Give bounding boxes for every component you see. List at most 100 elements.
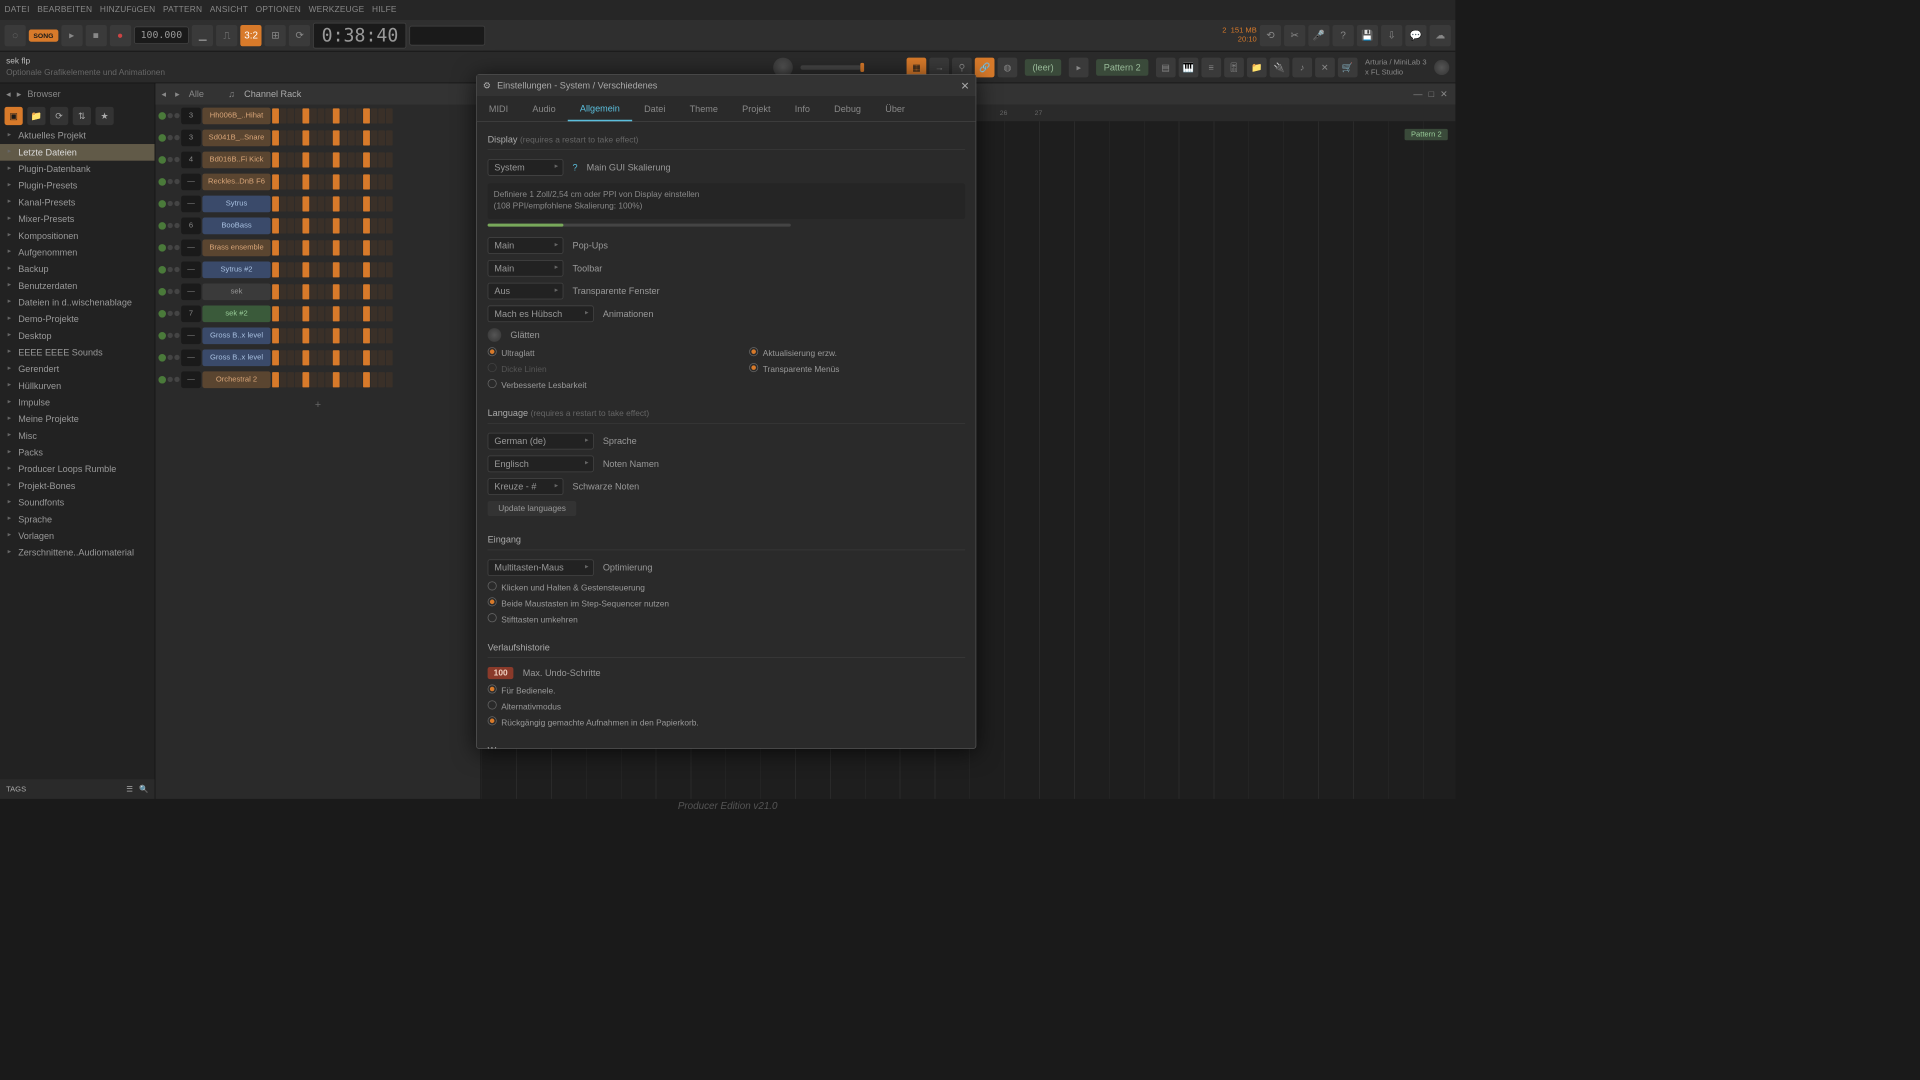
browser-item[interactable]: Producer Loops Rumble <box>0 461 155 478</box>
browser-item[interactable]: Desktop <box>0 327 155 344</box>
channel-mute[interactable] <box>168 201 173 206</box>
stop-button[interactable]: ■ <box>85 25 106 46</box>
browser-refresh-icon[interactable]: ⟳ <box>50 107 68 125</box>
step-cell[interactable] <box>333 284 340 299</box>
channel-name-button[interactable]: Sytrus <box>202 195 270 212</box>
bedien-radio[interactable]: Für Bedienele. <box>487 682 965 698</box>
step-cell[interactable] <box>348 152 355 167</box>
step-cell[interactable] <box>272 350 279 365</box>
step-cell[interactable] <box>363 152 370 167</box>
step-sequence[interactable] <box>272 108 393 123</box>
step-cell[interactable] <box>378 306 385 321</box>
mixer-icon[interactable]: 🎚 <box>1224 57 1244 77</box>
browser-tree[interactable]: Aktuelles ProjektLetzte DateienPlugin-Da… <box>0 127 155 779</box>
step-cell[interactable] <box>287 108 294 123</box>
browser-item[interactable]: Impulse <box>0 394 155 411</box>
live-button[interactable]: ◍ <box>998 57 1018 77</box>
step-cell[interactable] <box>363 196 370 211</box>
channel-led[interactable] <box>158 112 166 120</box>
step-cell[interactable] <box>356 306 363 321</box>
step-cell[interactable] <box>333 372 340 387</box>
step-cell[interactable] <box>310 130 317 145</box>
step-cell[interactable] <box>363 372 370 387</box>
step-cell[interactable] <box>318 130 325 145</box>
step-cell[interactable] <box>302 152 309 167</box>
channel-mute[interactable] <box>168 377 173 382</box>
step-cell[interactable] <box>371 130 378 145</box>
browser-item[interactable]: Kanal-Presets <box>0 194 155 211</box>
step-cell[interactable] <box>333 240 340 255</box>
step-cell[interactable] <box>386 218 393 233</box>
browser-fwd-icon[interactable]: ▸ <box>17 89 22 100</box>
channel-solo[interactable] <box>174 355 179 360</box>
step-cell[interactable] <box>340 284 347 299</box>
step-cell[interactable] <box>340 262 347 277</box>
channel-name-button[interactable]: Gross B..x level <box>202 327 270 344</box>
bpm-display[interactable]: 100.000 <box>134 27 189 44</box>
channel-solo[interactable] <box>174 333 179 338</box>
step-cell[interactable] <box>295 284 302 299</box>
step-cell[interactable] <box>333 174 340 189</box>
step-cell[interactable] <box>340 218 347 233</box>
step-cell[interactable] <box>302 350 309 365</box>
help-link[interactable]: ? <box>572 162 577 173</box>
step-cell[interactable] <box>325 240 332 255</box>
trash-radio[interactable]: Rückgängig gemachte Aufnahmen in den Pap… <box>487 714 965 730</box>
settings-tab[interactable]: Debug <box>822 96 873 121</box>
channel-mute[interactable] <box>168 355 173 360</box>
settings-tab[interactable]: Audio <box>520 96 568 121</box>
main-pitch-slider[interactable] <box>801 65 862 70</box>
step-cell[interactable] <box>287 372 294 387</box>
step-cell[interactable] <box>272 108 279 123</box>
step-cell[interactable] <box>310 218 317 233</box>
step-cell[interactable] <box>378 350 385 365</box>
step-cell[interactable] <box>287 350 294 365</box>
channel-name-button[interactable]: sek #2 <box>202 305 270 322</box>
step-cell[interactable] <box>340 306 347 321</box>
step-cell[interactable] <box>356 262 363 277</box>
step-cell[interactable] <box>325 152 332 167</box>
step-cell[interactable] <box>348 262 355 277</box>
step-cell[interactable] <box>302 372 309 387</box>
step-cell[interactable] <box>287 218 294 233</box>
step-cell[interactable] <box>378 152 385 167</box>
step-cell[interactable] <box>310 152 317 167</box>
step-cell[interactable] <box>318 284 325 299</box>
step-cell[interactable] <box>386 108 393 123</box>
ultraglatt-radio[interactable]: Ultraglatt <box>487 345 703 361</box>
step-cell[interactable] <box>386 372 393 387</box>
browser-icon[interactable]: 📁 <box>1247 57 1267 77</box>
channel-name-button[interactable]: Bd016B..Fi Kick <box>202 151 270 168</box>
popups-dropdown[interactable]: Main <box>487 237 563 254</box>
browser-sort-icon[interactable]: ⇅ <box>73 107 91 125</box>
step-cell[interactable] <box>318 372 325 387</box>
browser-item[interactable]: Projekt-Bones <box>0 478 155 495</box>
step-cell[interactable] <box>371 328 378 343</box>
step-cell[interactable] <box>272 218 279 233</box>
channel-mute[interactable] <box>168 179 173 184</box>
step-cell[interactable] <box>340 196 347 211</box>
channel-mute[interactable] <box>168 113 173 118</box>
step-cell[interactable] <box>363 284 370 299</box>
channel-mute[interactable] <box>168 245 173 250</box>
step-cell[interactable] <box>318 240 325 255</box>
animations-dropdown[interactable]: Mach es Hübsch <box>487 305 593 322</box>
step-cell[interactable] <box>280 152 287 167</box>
channel-solo[interactable] <box>174 267 179 272</box>
step-cell[interactable] <box>302 218 309 233</box>
step-cell[interactable] <box>287 328 294 343</box>
rack-filter[interactable]: Alle <box>189 89 204 100</box>
step-cell[interactable] <box>302 240 309 255</box>
step-cell[interactable] <box>325 372 332 387</box>
channel-led[interactable] <box>158 134 166 142</box>
step-cell[interactable] <box>272 152 279 167</box>
step-cell[interactable] <box>325 306 332 321</box>
channel-mixer-track[interactable]: 4 <box>181 151 201 168</box>
channel-solo[interactable] <box>174 289 179 294</box>
channel-name-button[interactable]: Gross B..x level <box>202 349 270 366</box>
channel-mixer-track[interactable]: — <box>181 283 201 300</box>
browser-item[interactable]: Soundfonts <box>0 494 155 511</box>
settings-body[interactable]: Display (requires a restart to take effe… <box>477 122 976 748</box>
channel-led[interactable] <box>158 376 166 384</box>
channel-mixer-track[interactable]: — <box>181 371 201 388</box>
